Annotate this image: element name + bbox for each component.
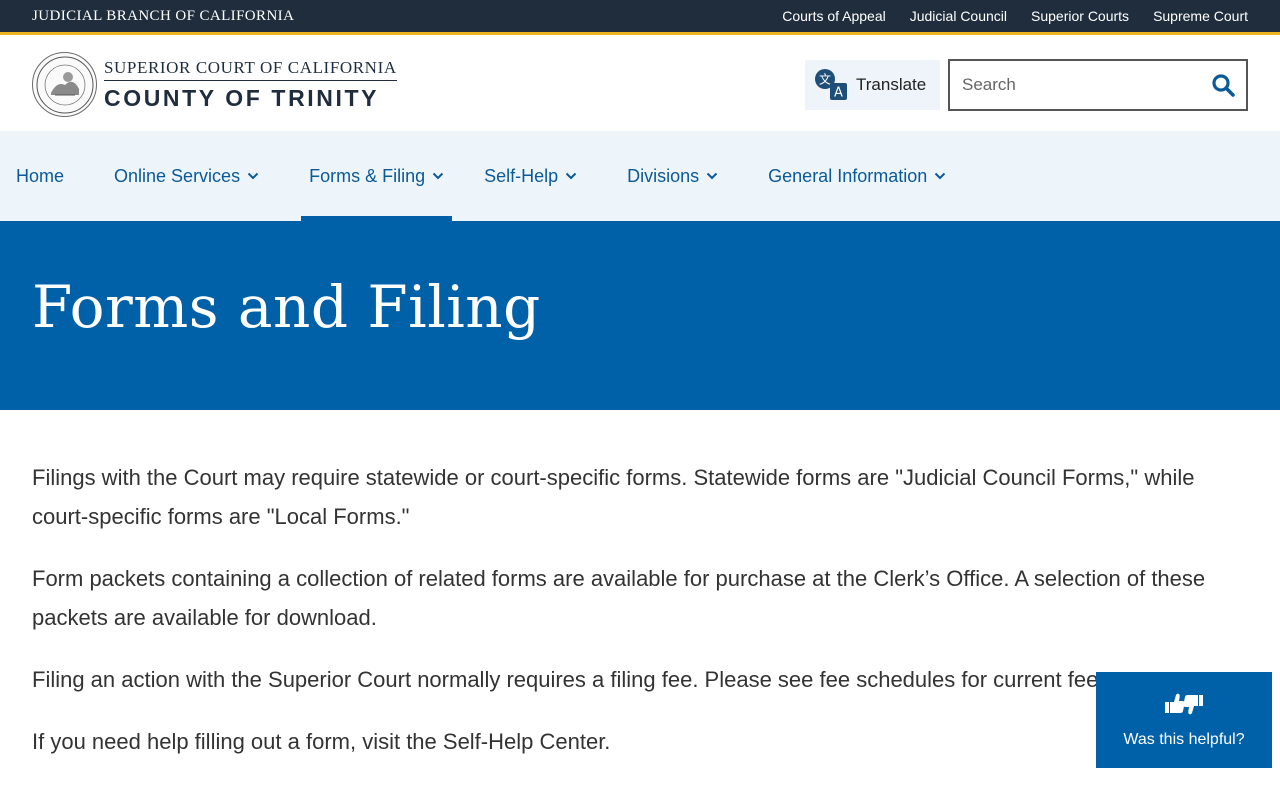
svg-text:A: A (834, 86, 843, 101)
nav-home[interactable]: Home (8, 131, 72, 221)
main-nav: Home Online Services Forms & Filing Self… (0, 131, 1280, 221)
page-hero: Forms and Filing (0, 221, 1280, 410)
top-links: Courts of Appeal Judicial Council Superi… (782, 8, 1248, 24)
link-supreme-court[interactable]: Supreme Court (1153, 8, 1248, 24)
nav-general-information[interactable]: General Information (760, 131, 954, 221)
nav-online-services[interactable]: Online Services (106, 131, 267, 221)
link-judicial-council[interactable]: Judicial Council (910, 8, 1007, 24)
nav-self-help-label: Self-Help (484, 165, 559, 186)
paragraph-self-help: If you need help filling out a form, vis… (32, 729, 611, 754)
search-box (948, 59, 1248, 111)
paragraph-forms-intro: Filings with the Court may require state… (32, 465, 1195, 529)
nav-forms-filing[interactable]: Forms & Filing (301, 131, 453, 221)
nav-divisions-label: Divisions (627, 165, 700, 186)
translate-icon: 文 A (814, 68, 848, 102)
translate-label: Translate (856, 75, 927, 94)
nav-self-help[interactable]: Self-Help (476, 131, 585, 221)
search-icon[interactable] (1200, 61, 1246, 109)
nav-home-label: Home (16, 165, 65, 186)
thumbs-up-down-icon (1164, 692, 1204, 723)
nav-online-services-label: Online Services (114, 165, 241, 186)
search-input[interactable] (950, 61, 1200, 109)
court-logo[interactable]: SUPERIOR COURT OF CALIFORNIA COUNTY OF T… (32, 52, 397, 117)
logo-county-name: COUNTY OF TRINITY (104, 84, 380, 111)
judicial-branch-title[interactable]: JUDICIAL BRANCH OF CALIFORNIA (32, 8, 294, 25)
logo-superior-court: SUPERIOR COURT OF CALIFORNIA (104, 58, 397, 81)
logo-text: SUPERIOR COURT OF CALIFORNIA COUNTY OF T… (104, 58, 397, 112)
seal-logo-icon (32, 52, 97, 117)
chevron-down-icon (247, 172, 259, 180)
judicial-branch-bar: JUDICIAL BRANCH OF CALIFORNIA Courts of … (0, 0, 1280, 35)
nav-divisions[interactable]: Divisions (619, 131, 726, 221)
page-title: Forms and Filing (32, 273, 541, 341)
chevron-down-icon (934, 172, 946, 180)
site-header: SUPERIOR COURT OF CALIFORNIA COUNTY OF T… (0, 38, 1280, 131)
chevron-down-icon (565, 172, 577, 180)
feedback-label: Was this helpful? (1123, 730, 1245, 748)
paragraph-filing-fee: Filing an action with the Superior Court… (32, 667, 1116, 692)
paragraph-form-packets: Form packets containing a collection of … (32, 566, 1206, 630)
main-content: Filings with the Court may require state… (32, 458, 1232, 784)
feedback-button[interactable]: Was this helpful? (1096, 672, 1272, 768)
svg-text:文: 文 (819, 72, 831, 87)
link-courts-of-appeal[interactable]: Courts of Appeal (782, 8, 886, 24)
link-superior-courts[interactable]: Superior Courts (1031, 8, 1129, 24)
translate-button[interactable]: 文 A Translate (805, 60, 940, 110)
chevron-down-icon (706, 172, 718, 180)
nav-forms-filing-label: Forms & Filing (309, 165, 426, 186)
nav-general-information-label: General Information (768, 165, 928, 186)
chevron-down-icon (432, 172, 444, 180)
